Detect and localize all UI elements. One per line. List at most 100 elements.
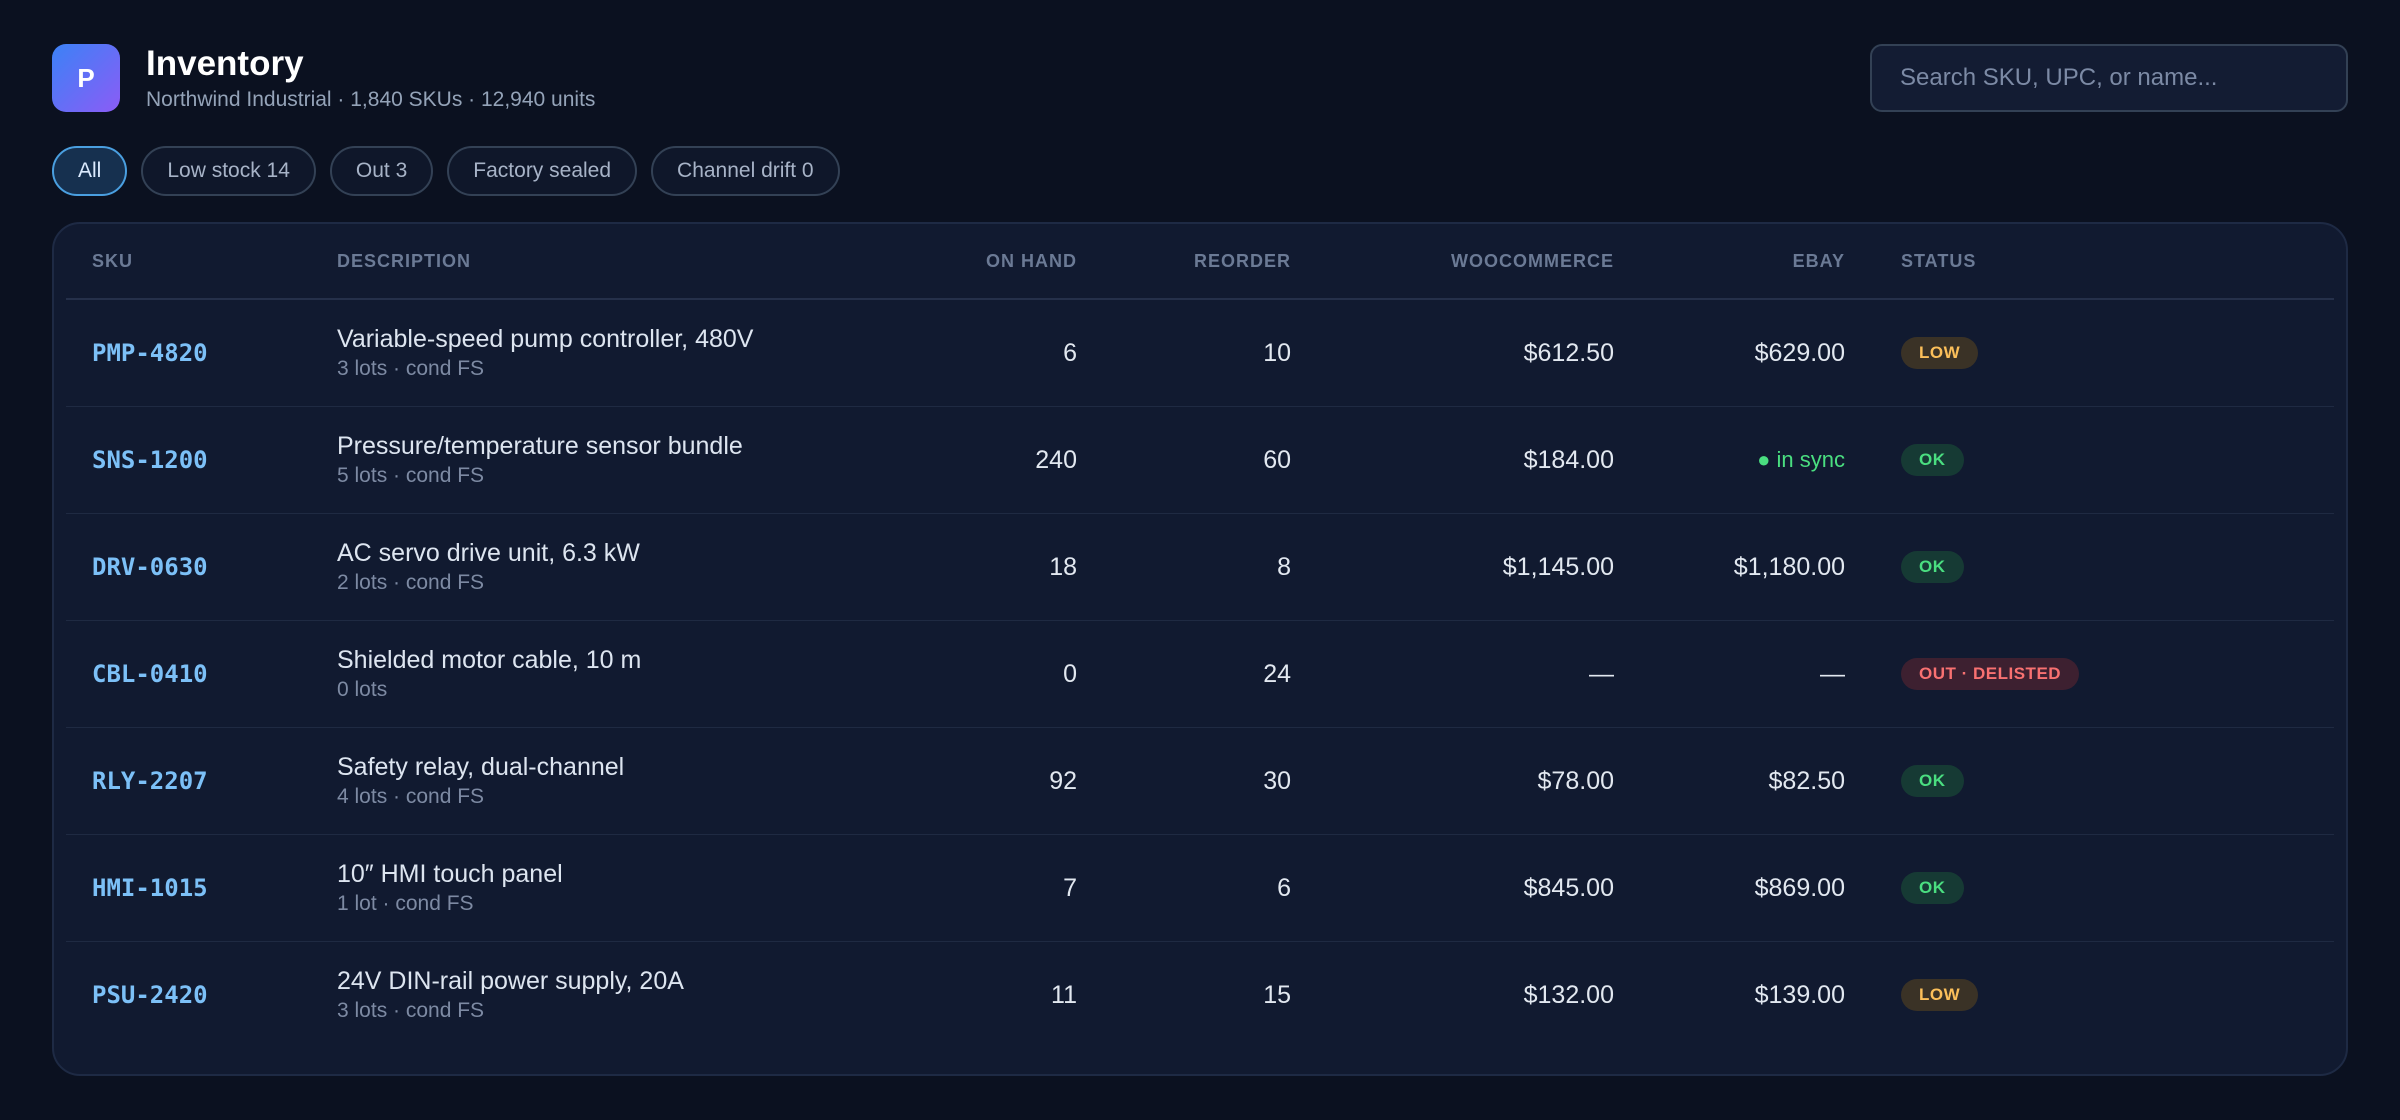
column-header-ebay[interactable]: EBAY: [1614, 224, 1845, 300]
sku-link[interactable]: RLY-2207: [92, 767, 208, 795]
item-lots: 3 lots · cond FS: [337, 357, 485, 380]
ebay-price: ● in sync: [1757, 447, 1845, 472]
item-description: 10″ HMI touch panel: [337, 860, 563, 888]
on-hand-value: 7: [1063, 873, 1077, 902]
item-lots: 2 lots · cond FS: [337, 571, 485, 594]
sku-link[interactable]: SNS-1200: [92, 446, 208, 474]
woocommerce-cell: $1,145.00: [1291, 513, 1614, 621]
reorder-cell: 15: [1077, 942, 1291, 1049]
header: P Inventory Northwind Industrial · 1,840…: [52, 44, 2348, 114]
woocommerce-cell: $78.00: [1291, 727, 1614, 835]
on-hand-value: 0: [1063, 659, 1077, 688]
column-header-on-hand[interactable]: ON HAND: [877, 224, 1077, 300]
search-input[interactable]: [1870, 44, 2348, 112]
sku-link[interactable]: HMI-1015: [92, 874, 208, 902]
column-header-status[interactable]: STATUS: [1845, 224, 2334, 300]
sku-cell: PSU-2420: [66, 942, 337, 1049]
woocommerce-cell: $132.00: [1291, 942, 1614, 1049]
brand: P Inventory Northwind Industrial · 1,840…: [52, 44, 595, 112]
filter-chip[interactable]: All: [52, 146, 128, 196]
ebay-cell: $82.50: [1614, 727, 1845, 835]
sku-link[interactable]: PSU-2420: [92, 981, 208, 1009]
item-description: 24V DIN-rail power supply, 20A: [337, 967, 684, 995]
table-row[interactable]: PMP-4820 Variable-speed pump controller, …: [66, 299, 2334, 407]
reorder-cell: 60: [1077, 406, 1291, 514]
sku-link[interactable]: CBL-0410: [92, 660, 208, 688]
status-badge: OK: [1901, 551, 1964, 583]
on-hand-cell: 6: [877, 299, 1077, 407]
reorder-value: 30: [1263, 766, 1291, 795]
on-hand-cell: 18: [877, 513, 1077, 621]
woocommerce-cell: $184.00: [1291, 406, 1614, 514]
page-title: Inventory: [146, 44, 304, 83]
description-cell: Variable-speed pump controller, 480V 3 lo…: [337, 299, 877, 407]
item-description: AC servo drive unit, 6.3 kW: [337, 539, 640, 567]
filter-chip[interactable]: Low stock 14: [141, 146, 316, 196]
reorder-value: 10: [1263, 338, 1291, 367]
item-description: Safety relay, dual-channel: [337, 753, 625, 781]
filter-chips: All Low stock 14 Out 3 Factory sealed Channe…: [52, 146, 840, 196]
ebay-price: $1,180.00: [1733, 552, 1845, 581]
item-description: Variable-speed pump controller, 480V: [337, 325, 754, 353]
status-cell: OUT · DELISTED: [1845, 620, 2334, 728]
reorder-value: 15: [1263, 980, 1291, 1009]
on-hand-value: 11: [1051, 980, 1077, 1009]
ebay-price: $869.00: [1754, 873, 1845, 902]
app-logo[interactable]: P: [52, 44, 120, 112]
ebay-price: $139.00: [1754, 980, 1845, 1009]
table-row[interactable]: SNS-1200 Pressure/temperature sensor bund…: [66, 406, 2334, 514]
sku-link[interactable]: DRV-0630: [92, 553, 208, 581]
item-description: Pressure/temperature sensor bundle: [337, 432, 743, 460]
sku-cell: DRV-0630: [66, 513, 337, 621]
status-cell: LOW: [1845, 299, 2334, 407]
filter-chip[interactable]: Out 3: [329, 146, 434, 196]
woocommerce-price: —: [1589, 659, 1614, 688]
woocommerce-price: $612.50: [1523, 338, 1614, 367]
filter-chip[interactable]: Factory sealed: [447, 146, 638, 196]
sku-cell: RLY-2207: [66, 727, 337, 835]
ebay-price: —: [1820, 659, 1845, 688]
table-row[interactable]: PSU-2420 24V DIN-rail power supply, 20A 3 …: [66, 942, 2334, 1049]
description-cell: Shielded motor cable, 10 m 0 lots: [337, 620, 877, 728]
description-cell: Safety relay, dual-channel 4 lots · cond …: [337, 727, 877, 835]
ebay-cell: $1,180.00: [1614, 513, 1845, 621]
item-lots: 5 lots · cond FS: [337, 464, 485, 487]
status-badge: OK: [1901, 444, 1964, 476]
description-cell: AC servo drive unit, 6.3 kW 2 lots · cond…: [337, 513, 877, 621]
woocommerce-price: $184.00: [1523, 445, 1614, 474]
column-header-woocommerce[interactable]: WOOCOMMERCE: [1291, 224, 1614, 300]
sku-cell: HMI-1015: [66, 834, 337, 942]
filter-chip[interactable]: Channel drift 0: [651, 146, 840, 196]
on-hand-cell: 11: [877, 942, 1077, 1049]
item-lots: 3 lots · cond FS: [337, 999, 485, 1022]
woocommerce-price: $132.00: [1523, 980, 1614, 1009]
on-hand-cell: 7: [877, 834, 1077, 942]
description-cell: 24V DIN-rail power supply, 20A 3 lots · c…: [337, 942, 877, 1049]
item-description: Shielded motor cable, 10 m: [337, 646, 642, 674]
sku-link[interactable]: PMP-4820: [92, 339, 208, 367]
ebay-price: $82.50: [1768, 766, 1845, 795]
status-badge: LOW: [1901, 979, 1979, 1011]
column-header-sku[interactable]: SKU: [66, 224, 337, 300]
woocommerce-cell: $845.00: [1291, 834, 1614, 942]
table-row[interactable]: HMI-1015 10″ HMI touch panel 1 lot · cond …: [66, 834, 2334, 942]
description-cell: 10″ HMI touch panel 1 lot · cond FS: [337, 834, 877, 942]
column-header-reorder[interactable]: REORDER: [1077, 224, 1291, 300]
table-row[interactable]: DRV-0630 AC servo drive unit, 6.3 kW 2 lot…: [66, 513, 2334, 621]
table-row[interactable]: CBL-0410 Shielded motor cable, 10 m 0 lots…: [66, 620, 2334, 728]
item-lots: 4 lots · cond FS: [337, 785, 485, 808]
status-cell: LOW: [1845, 942, 2334, 1049]
on-hand-cell: 0: [877, 620, 1077, 728]
page-subtitle: Northwind Industrial · 1,840 SKUs · 12,9…: [146, 88, 596, 111]
inventory-table-card: SKU DESCRIPTION ON HAND REORDER WOOCOMME…: [52, 222, 2348, 1076]
inventory-app: P Inventory Northwind Industrial · 1,840…: [0, 0, 2400, 1120]
status-cell: OK: [1845, 727, 2334, 835]
table-row[interactable]: RLY-2207 Safety relay, dual-channel 4 lots…: [66, 727, 2334, 835]
woocommerce-price: $845.00: [1523, 873, 1614, 902]
title-block: Inventory Northwind Industrial · 1,840 S…: [146, 44, 595, 112]
inventory-table: SKU DESCRIPTION ON HAND REORDER WOOCOMME…: [66, 224, 2334, 1048]
ebay-cell: $869.00: [1614, 834, 1845, 942]
column-header-description[interactable]: DESCRIPTION: [337, 224, 877, 300]
status-badge: OK: [1901, 872, 1964, 904]
table-header-row: SKU DESCRIPTION ON HAND REORDER WOOCOMME…: [66, 224, 2334, 300]
